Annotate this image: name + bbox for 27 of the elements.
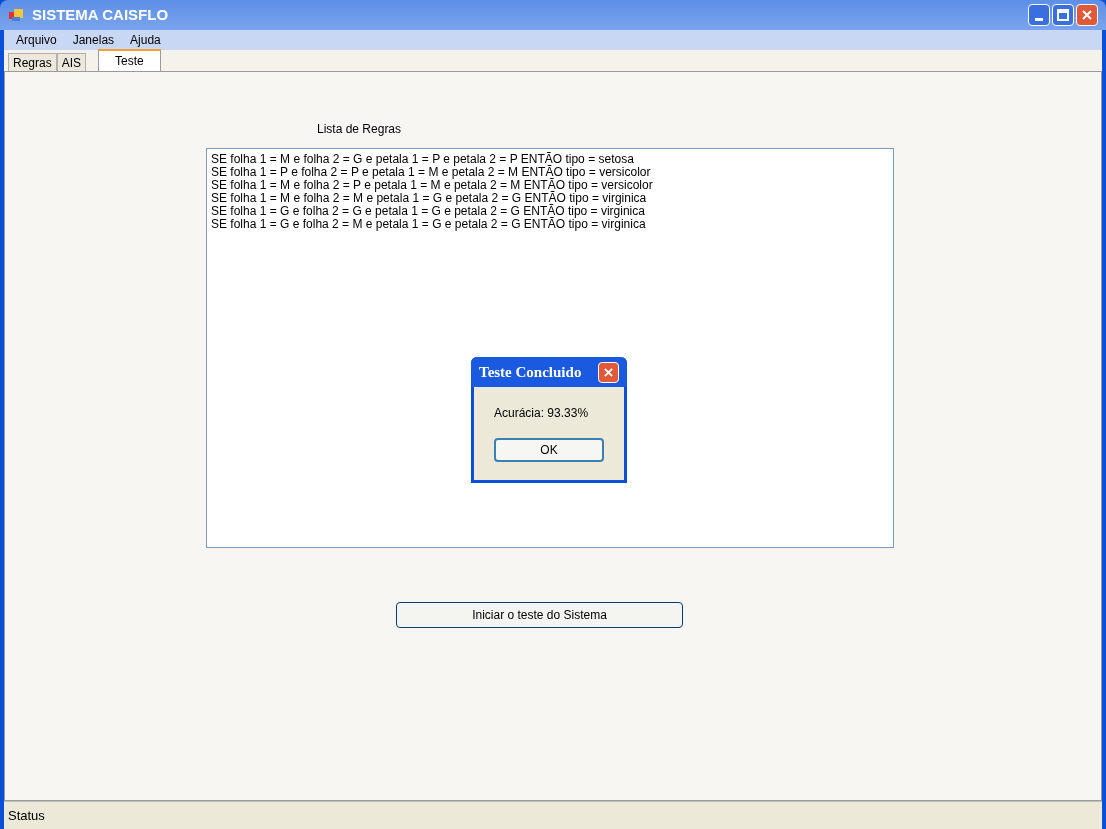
close-icon — [1081, 9, 1093, 21]
rules-list-box[interactable] — [206, 148, 894, 548]
menu-item[interactable]: Ajuda — [130, 31, 161, 49]
close-button[interactable] — [598, 361, 619, 383]
menu-item[interactable]: Arquivo — [16, 31, 57, 49]
tab[interactable]: AIS — [56, 53, 87, 71]
dialog-title: Teste Concluido — [479, 365, 582, 379]
list-item[interactable]: SE folha 1 = M e folha 2 = M e petala 1 = G e petala 2 = G ENTÃO tipo = virginica — [211, 192, 889, 205]
maximize-button[interactable] — [1052, 4, 1074, 26]
list-item[interactable]: SE folha 1 = M e folha 2 = P e petala 1 = M e petala 2 = M ENTÃO tipo = versicolor — [211, 179, 889, 192]
menu-item[interactable]: Janelas — [72, 31, 115, 49]
list-item[interactable]: SE folha 1 = P e folha 2 = P e petala 1 = M e petala 2 = M ENTÃO tipo = versicolor — [211, 166, 889, 179]
start-test-button[interactable]: Iniciar o teste do Sistema — [396, 602, 683, 628]
list-label: Lista de Regras — [317, 121, 403, 138]
tab[interactable]: Teste — [98, 49, 161, 71]
app-icon — [8, 7, 24, 23]
list-item[interactable]: SE folha 1 = G e folha 2 = M e petala 1 = G e petala 2 = G ENTÃO tipo = virginica — [211, 218, 889, 231]
close-button[interactable] — [1076, 4, 1098, 26]
list-item[interactable]: SE folha 1 = M e folha 2 = G e petala 1 = P e petala 2 = P ENTÃO tipo = setosa — [211, 153, 889, 166]
list-item[interactable]: SE folha 1 = G e folha 2 = G e petala 1 = G e petala 2 = G ENTÃO tipo = virginica — [211, 205, 889, 218]
dialog-message: Acurácia: 93.33% — [494, 407, 590, 420]
minimize-button[interactable] — [1028, 4, 1050, 26]
window-title: SISTEMA CAISFLO — [32, 4, 169, 25]
ok-button[interactable]: OK — [494, 438, 604, 462]
close-icon — [603, 366, 614, 378]
status-text: Status — [8, 806, 45, 825]
tab[interactable]: Regras — [8, 53, 57, 71]
